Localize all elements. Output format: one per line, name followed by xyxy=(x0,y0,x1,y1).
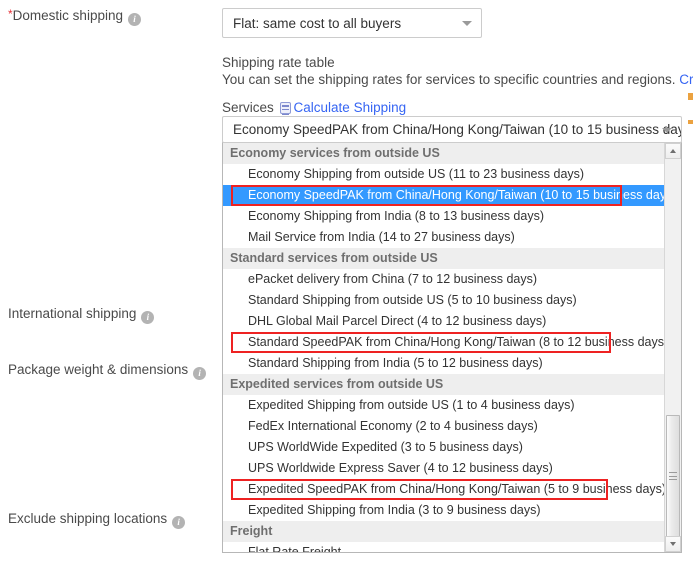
option-item-selected[interactable]: Economy SpeedPAK from China/Hong Kong/Ta… xyxy=(223,185,664,206)
services-label-row: Services Calculate Shipping xyxy=(222,99,406,116)
scroll-down-arrow-glyph xyxy=(670,542,676,546)
page-edge-artifact xyxy=(688,120,693,124)
scrollbar-grip-icon xyxy=(669,472,677,480)
scroll-up-arrow-icon[interactable] xyxy=(665,143,681,159)
domestic-shipping-select-value: Flat: same cost to all buyers xyxy=(233,16,401,31)
shipping-rate-table-description-row: You can set the shipping rates for servi… xyxy=(222,71,693,88)
services-select-value: Economy SpeedPAK from China/Hong Kong/Ta… xyxy=(233,122,682,137)
shipping-details-form: *Domestic shippingiInternational shippin… xyxy=(0,0,693,564)
option-group-header: Economy services from outside US xyxy=(223,143,664,164)
option-group-header: Freight xyxy=(223,521,664,542)
field-label-text: Domestic shipping xyxy=(13,8,123,23)
option-group-header: Standard services from outside US xyxy=(223,248,664,269)
calculator-icon xyxy=(280,102,291,114)
field-label-international-shipping: International shipping i xyxy=(8,306,154,324)
info-icon[interactable]: i xyxy=(141,311,154,324)
calculate-shipping-link[interactable]: Calculate Shipping xyxy=(294,100,407,115)
option-item[interactable]: Economy Shipping from India (8 to 13 bus… xyxy=(223,206,664,227)
domestic-shipping-select[interactable]: Flat: same cost to all buyers xyxy=(222,8,482,38)
info-icon[interactable]: i xyxy=(128,13,141,26)
option-item[interactable]: Expedited Shipping from outside US (1 to… xyxy=(223,395,664,416)
services-dropdown-viewport: Economy services from outside USEconomy … xyxy=(223,143,664,552)
services-label: Services xyxy=(222,100,274,115)
info-icon[interactable]: i xyxy=(193,367,206,380)
option-item[interactable]: Standard Shipping from outside US (5 to … xyxy=(223,290,664,311)
field-label-domestic-shipping: *Domestic shippingi xyxy=(8,8,141,26)
page-edge-artifact xyxy=(688,93,693,100)
field-label-package-weight-dimensions: Package weight & dimensions i xyxy=(8,362,206,380)
shipping-rate-table-heading: Shipping rate table xyxy=(222,54,335,71)
field-label-text: Exclude shipping locations xyxy=(8,511,167,526)
shipping-rate-table-description: You can set the shipping rates for servi… xyxy=(222,72,676,87)
option-item[interactable]: Mail Service from India (14 to 27 busine… xyxy=(223,227,664,248)
create-rate-table-link[interactable]: Create xyxy=(679,72,693,87)
scrollbar-thumb[interactable] xyxy=(666,415,680,537)
info-icon[interactable]: i xyxy=(172,516,185,529)
chevron-down-icon xyxy=(662,128,672,133)
option-item[interactable]: ePacket delivery from China (7 to 12 bus… xyxy=(223,269,664,290)
chevron-down-icon xyxy=(462,21,472,26)
option-item[interactable]: Standard SpeedPAK from China/Hong Kong/T… xyxy=(223,332,664,353)
option-item[interactable]: UPS Worldwide Express Saver (4 to 12 bus… xyxy=(223,458,664,479)
scroll-up-arrow-glyph xyxy=(670,149,676,153)
option-item[interactable]: Flat Rate Freight xyxy=(223,542,664,552)
option-item[interactable]: Expedited Shipping from India (3 to 9 bu… xyxy=(223,500,664,521)
option-item[interactable]: FedEx International Economy (2 to 4 busi… xyxy=(223,416,664,437)
field-label-exclude-shipping-locations: Exclude shipping locations i xyxy=(8,511,185,529)
field-label-text: International shipping xyxy=(8,306,136,321)
services-select[interactable]: Economy SpeedPAK from China/Hong Kong/Ta… xyxy=(222,116,682,143)
dropdown-scrollbar[interactable] xyxy=(664,143,681,552)
option-item[interactable]: Standard Shipping from India (5 to 12 bu… xyxy=(223,353,664,374)
option-item[interactable]: Economy Shipping from outside US (11 to … xyxy=(223,164,664,185)
option-item[interactable]: Expedited SpeedPAK from China/Hong Kong/… xyxy=(223,479,664,500)
services-dropdown-list[interactable]: Economy services from outside USEconomy … xyxy=(222,142,682,553)
option-item[interactable]: DHL Global Mail Parcel Direct (4 to 12 b… xyxy=(223,311,664,332)
scroll-down-arrow-icon[interactable] xyxy=(665,536,681,552)
field-label-text: Package weight & dimensions xyxy=(8,362,188,377)
option-item[interactable]: UPS WorldWide Expedited (3 to 5 business… xyxy=(223,437,664,458)
option-group-header: Expedited services from outside US xyxy=(223,374,664,395)
